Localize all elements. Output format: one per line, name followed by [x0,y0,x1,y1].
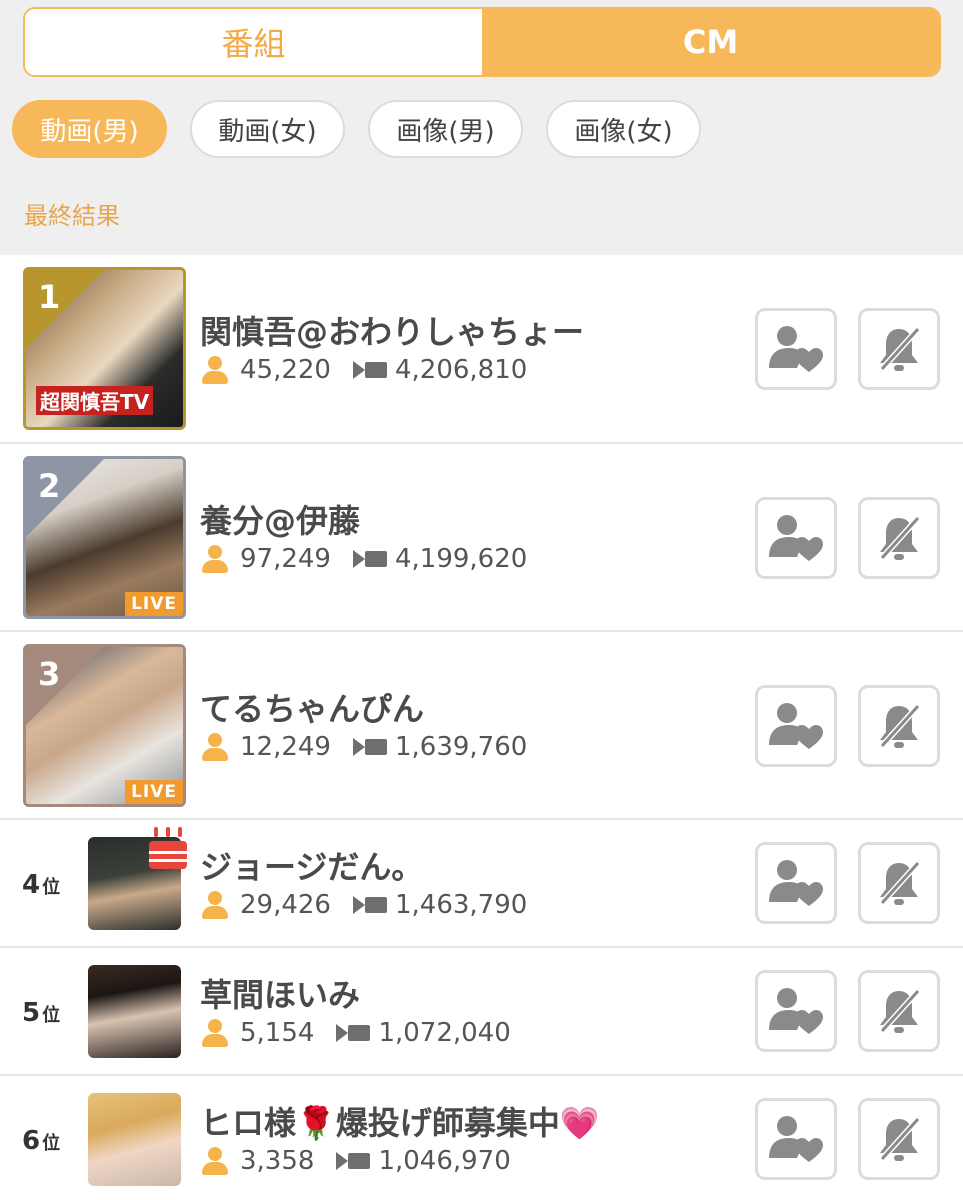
viewer-count: 97,249 [240,544,331,574]
mute-button[interactable] [858,1098,940,1180]
thumb-caption: 超関慎吾TV [36,386,154,415]
ranking-list: 1 超関慎吾TV 関慎吾@おわりしゃちょー 45,220 4,206,810 2… [0,255,963,1200]
header-area: 番組 CM 動画(男) 動画(女) 画像(男) 画像(女) 最終結果 [0,0,963,255]
bell-off-icon [879,860,921,906]
stats: 3,358 1,046,970 [200,1146,511,1176]
stats: 97,249 4,199,620 [200,544,527,574]
mute-button[interactable] [858,685,940,767]
tab-programs[interactable]: 番組 [25,9,482,75]
follow-heart-icon [769,1116,823,1162]
calendar-icon [149,827,187,869]
point-count: 1,463,790 [394,890,528,920]
viewer-count: 12,249 [240,732,331,762]
list-item[interactable]: 6位 ヒロ様🌹爆投げ師募集中💗 3,358 1,046,970 [0,1076,963,1200]
follow-button[interactable] [755,685,837,767]
rank-number: 2 [38,467,61,505]
viewer-count: 29,426 [240,890,331,920]
filter-image-male[interactable]: 画像(男) [368,100,523,158]
mute-button[interactable] [858,842,940,924]
point-count: 1,639,760 [394,732,528,762]
streamer-name[interactable]: てるちゃんぴん [200,684,424,730]
stats: 12,249 1,639,760 [200,732,527,762]
stats: 29,426 1,463,790 [200,890,527,920]
streamer-name[interactable]: 養分@伊藤 [200,496,360,542]
avatar[interactable]: 1 超関慎吾TV [23,267,186,430]
video-camera-icon [352,737,387,757]
person-icon [200,544,230,574]
follow-button[interactable] [755,497,837,579]
follow-heart-icon [769,326,823,372]
viewer-count: 5,154 [240,1018,315,1048]
list-item[interactable]: 5位 草間ほいみ 5,154 1,072,040 [0,948,963,1076]
bell-off-icon [879,988,921,1034]
category-segmented-control: 番組 CM [23,7,941,77]
filter-image-female[interactable]: 画像(女) [546,100,701,158]
rank-number: 1 [38,278,61,316]
point-count: 4,206,810 [394,355,528,385]
streamer-name[interactable]: 関慎吾@おわりしゃちょー [200,307,584,353]
streamer-name[interactable]: 草間ほいみ [200,970,360,1016]
person-icon [200,890,230,920]
person-icon [200,1146,230,1176]
bell-off-icon [879,326,921,372]
viewer-count: 45,220 [240,355,331,385]
follow-heart-icon [769,703,823,749]
point-count: 4,199,620 [394,544,528,574]
video-camera-icon [336,1023,371,1043]
list-item[interactable]: 4位 ジョージだん。 29,426 1,463,790 [0,820,963,948]
follow-heart-icon [769,515,823,561]
person-icon [200,732,230,762]
stats: 45,220 4,206,810 [200,355,527,385]
rank-label: 5位 [22,998,61,1028]
mute-button[interactable] [858,970,940,1052]
avatar[interactable] [88,965,181,1058]
section-label: 最終結果 [24,202,120,230]
video-camera-icon [352,895,387,915]
streamer-name[interactable]: ヒロ様🌹爆投げ師募集中💗 [200,1098,600,1144]
follow-button[interactable] [755,1098,837,1180]
mute-button[interactable] [858,308,940,390]
filter-video-female[interactable]: 動画(女) [190,100,345,158]
video-camera-icon [352,360,387,380]
rank-label: 6位 [22,1126,61,1156]
follow-button[interactable] [755,842,837,924]
bell-off-icon [879,515,921,561]
filter-video-male[interactable]: 動画(男) [12,100,167,158]
person-icon [200,1018,230,1048]
follow-heart-icon [769,988,823,1034]
video-camera-icon [352,549,387,569]
person-icon [200,355,230,385]
live-badge: LIVE [125,780,183,804]
mute-button[interactable] [858,497,940,579]
rank-label: 4位 [22,870,61,900]
streamer-name[interactable]: ジョージだん。 [200,842,423,888]
list-item[interactable]: 3 LIVE てるちゃんぴん 12,249 1,639,760 [0,632,963,820]
list-item[interactable]: 2 LIVE 養分@伊藤 97,249 4,199,620 [0,444,963,632]
list-item[interactable]: 1 超関慎吾TV 関慎吾@おわりしゃちょー 45,220 4,206,810 [0,255,963,444]
video-camera-icon [336,1151,371,1171]
bell-off-icon [879,1116,921,1162]
avatar[interactable]: 3 LIVE [23,644,186,807]
avatar[interactable]: 2 LIVE [23,456,186,619]
rank-number: 3 [38,655,61,693]
follow-button[interactable] [755,308,837,390]
viewer-count: 3,358 [240,1146,315,1176]
follow-heart-icon [769,860,823,906]
point-count: 1,072,040 [378,1018,511,1048]
follow-button[interactable] [755,970,837,1052]
live-badge: LIVE [125,592,183,616]
point-count: 1,046,970 [378,1146,511,1176]
stats: 5,154 1,072,040 [200,1018,511,1048]
tab-cm[interactable]: CM [482,9,939,75]
avatar[interactable] [88,1093,181,1186]
bell-off-icon [879,703,921,749]
